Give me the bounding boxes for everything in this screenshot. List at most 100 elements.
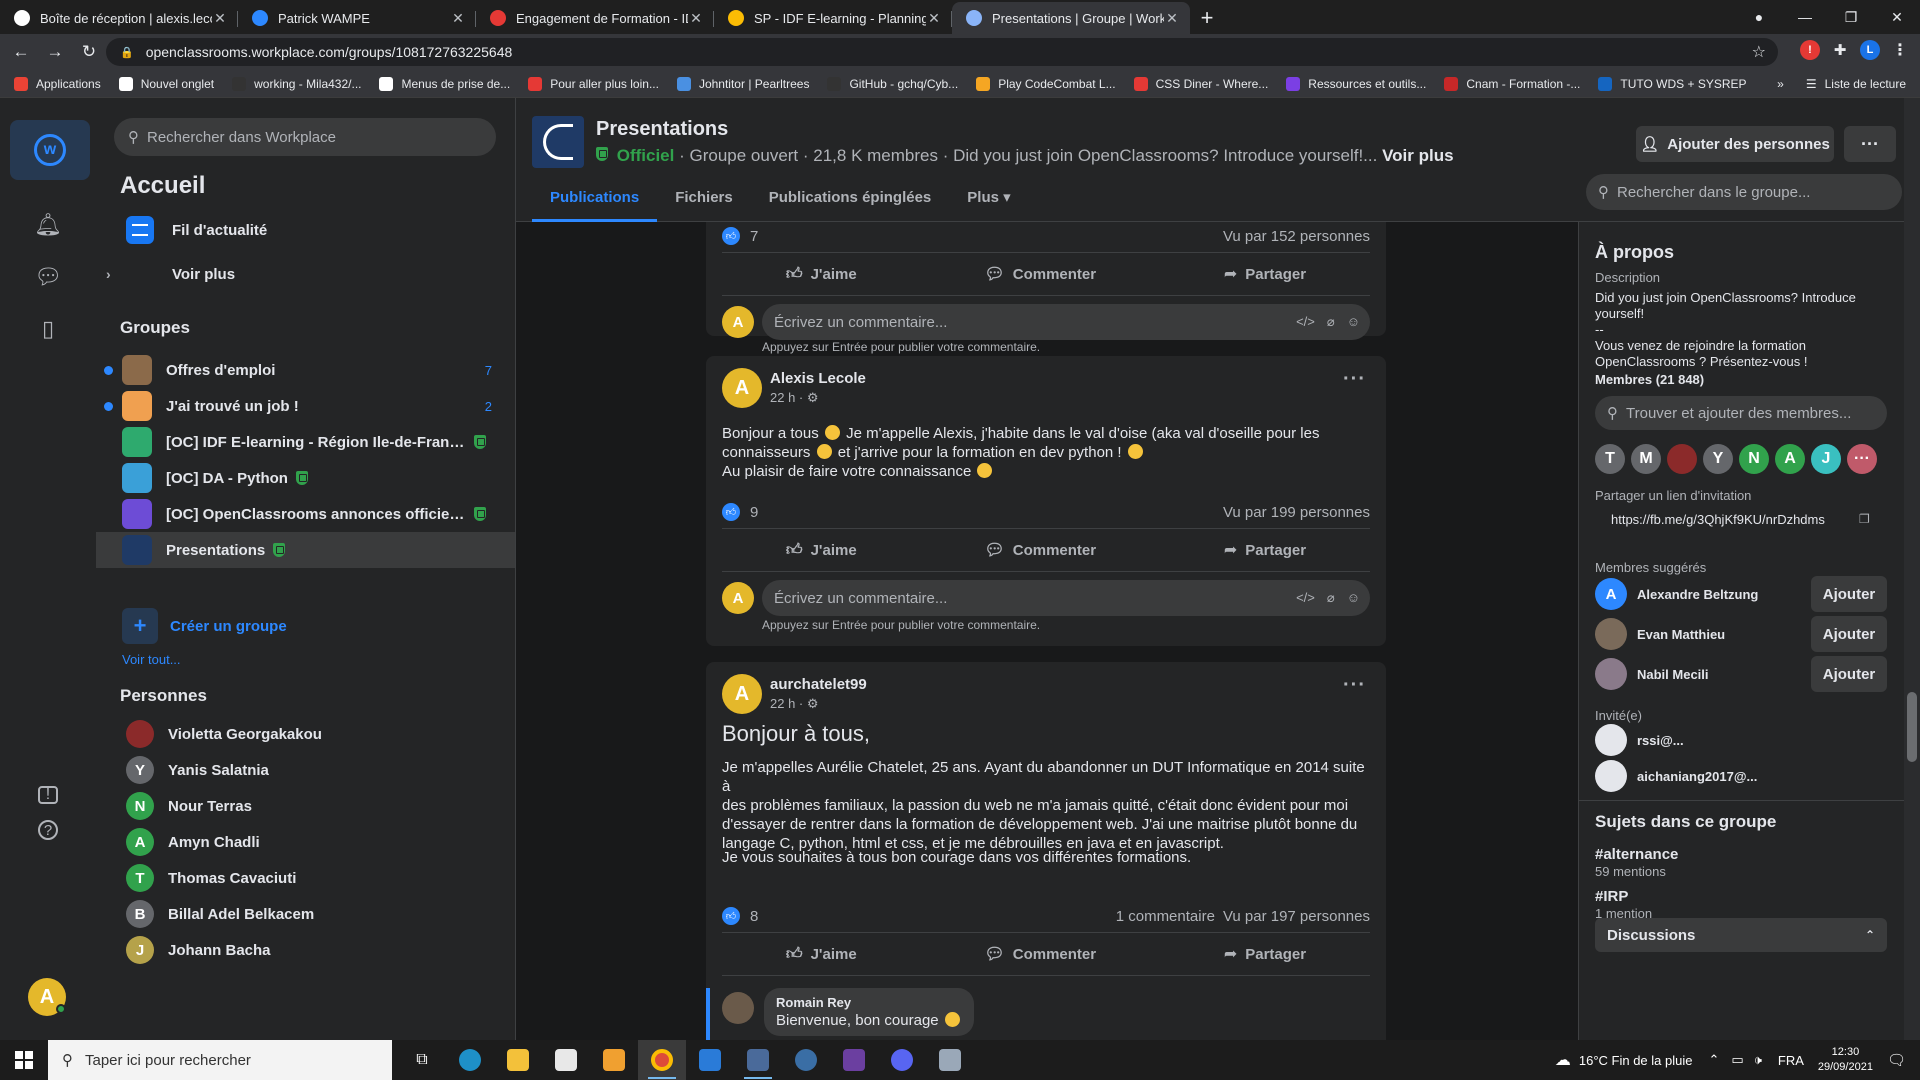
bookmark-item[interactable]: Cnam - Formation -... (1444, 76, 1580, 91)
author-avatar[interactable]: A (722, 368, 762, 408)
bookmark-item[interactable]: Menus de prise de... (379, 76, 510, 91)
network-icon[interactable]: ▭ (1731, 1052, 1743, 1068)
bookmark-item[interactable]: Play CodeCombat L... (976, 76, 1116, 91)
group-nav-item[interactable]: Presentations (96, 532, 515, 568)
comment-count[interactable]: 1 commentaire (1116, 908, 1215, 925)
browser-tab[interactable]: Presentations | Groupe | Workpla✕ (952, 2, 1190, 34)
like-button[interactable]: 👍︎ J'aime (786, 945, 857, 964)
share-button[interactable]: ➦ Partager (1224, 540, 1306, 560)
tab-close-icon[interactable]: ✕ (688, 10, 704, 27)
volume-icon[interactable]: 🕩 (1754, 1052, 1762, 1068)
person-nav-item[interactable]: B Billal Adel Belkacem (96, 896, 515, 932)
file-explorer-icon[interactable] (494, 1040, 542, 1080)
member-avatar[interactable] (1667, 444, 1697, 474)
forward-button[interactable]: → (42, 42, 68, 62)
share-button[interactable]: ➦ Partager (1224, 264, 1306, 284)
tab-more[interactable]: Plus ▾ (949, 178, 1028, 222)
reply-author-name[interactable]: Romain Rey (776, 995, 962, 1010)
chat-bubble-icon[interactable]: 💬︎ (33, 262, 63, 292)
browser-tab[interactable]: SP - IDF E-learning - Planning - D✕ (714, 2, 952, 34)
person-nav-item[interactable]: T Thomas Cavaciuti (96, 860, 515, 896)
tray-chevron-icon[interactable]: ⌃ (1708, 1052, 1719, 1068)
like-button[interactable]: 👍︎ J'aime (786, 265, 857, 284)
bookmark-item[interactable]: Pour aller plus loin... (528, 76, 659, 91)
reply-author-avatar[interactable] (722, 992, 754, 1024)
clock[interactable]: 12:30 29/09/2021 (1818, 1045, 1873, 1075)
suggested-member-name[interactable]: Evan Matthieu (1637, 627, 1725, 642)
topic-hashtag[interactable]: #alternance (1595, 846, 1678, 863)
suggested-member-name[interactable]: Alexandre Beltzung (1637, 587, 1758, 602)
like-count[interactable]: 9 (750, 504, 758, 521)
report-problem-icon[interactable]: ! (38, 786, 58, 804)
share-button[interactable]: ➦ Partager (1224, 944, 1306, 964)
group-nav-item[interactable]: J'ai trouvé un job ! 2 (96, 388, 515, 424)
tab-close-icon[interactable]: ✕ (212, 10, 228, 27)
chrome-icon[interactable] (638, 1040, 686, 1080)
calculator-icon[interactable] (734, 1040, 782, 1080)
group-nav-item[interactable]: [OC] OpenClassrooms annonces officielles (96, 496, 515, 532)
invite-link[interactable]: https://fb.me/g/3QhjKf9KU/nrDzhdms (1611, 512, 1825, 527)
comment-input[interactable]: Écrivez un commentaire... </> ⌀ ☺ (762, 304, 1370, 340)
edge-icon[interactable] (446, 1040, 494, 1080)
chrome-account-icon[interactable]: ● (1736, 9, 1782, 25)
puzzle-icon[interactable]: ✚ (1830, 40, 1850, 60)
post-timestamp[interactable]: 22 h · ⚙ (770, 390, 866, 406)
tab-close-icon[interactable]: ✕ (450, 10, 466, 27)
nav-item-newsfeed[interactable]: Fil d'actualité (96, 208, 515, 252)
members-search-input[interactable]: ⚲ Trouver et ajouter des membres... (1595, 396, 1887, 430)
copy-icon[interactable]: ❐ (1859, 512, 1870, 526)
view-count[interactable]: Vu par 197 personnes (1223, 908, 1370, 925)
new-tab-button[interactable]: + (1190, 2, 1224, 34)
see-more-link[interactable]: Voir plus (1382, 146, 1453, 165)
back-button[interactable]: ← (8, 42, 34, 62)
person-nav-item[interactable]: Violetta Georgakakou (96, 716, 515, 752)
attachment-icon[interactable]: ⌀ (1327, 314, 1335, 330)
emoji-icon[interactable]: ☺ (1347, 314, 1360, 330)
language-indicator[interactable]: FRA (1778, 1053, 1804, 1068)
code-icon[interactable]: </> (1296, 590, 1315, 606)
code-icon[interactable]: </> (1296, 314, 1315, 330)
person-nav-item[interactable]: A Amyn Chadli (96, 824, 515, 860)
reading-list-button[interactable]: ☰ Liste de lecture (1806, 77, 1906, 91)
author-avatar[interactable]: A (722, 674, 762, 714)
bookmark-item[interactable]: CSS Diner - Where... (1133, 76, 1268, 91)
like-count[interactable]: 8 (750, 908, 758, 925)
group-nav-item[interactable]: [OC] DA - Python (96, 460, 515, 496)
browser-tab[interactable]: Patrick WAMPE ✕ (238, 2, 476, 34)
see-all-groups-link[interactable]: Voir tout... (122, 652, 181, 667)
add-member-button[interactable]: Ajouter (1811, 656, 1887, 692)
tab-files[interactable]: Fichiers (657, 178, 751, 222)
browser-tab[interactable]: Boîte de réception | alexis.lecole ✕ (0, 2, 238, 34)
invited-member-email[interactable]: rssi@... (1637, 733, 1684, 748)
suggested-member-avatar[interactable] (1595, 658, 1627, 690)
media-app-icon[interactable] (590, 1040, 638, 1080)
member-avatar[interactable]: T (1595, 444, 1625, 474)
add-people-button[interactable]: 👤︎ Ajouter des personnes (1636, 126, 1834, 162)
profile-avatar[interactable]: L (1860, 40, 1880, 60)
group-nav-item[interactable]: Offres d'emploi 7 (96, 352, 515, 388)
like-count[interactable]: 7 (750, 228, 758, 245)
group-search-input[interactable]: ⚲ Rechercher dans le groupe... (1586, 174, 1902, 210)
add-member-button[interactable]: Ajouter (1811, 576, 1887, 612)
page-scrollbar[interactable] (1904, 98, 1920, 1040)
create-group-button[interactable]: + Créer un groupe (96, 604, 515, 648)
extension-icon[interactable]: ! (1800, 40, 1820, 60)
person-nav-item[interactable]: Y Yanis Salatnia (96, 752, 515, 788)
member-avatar[interactable]: M (1631, 444, 1661, 474)
group-more-button[interactable]: ··· (1844, 126, 1896, 162)
attachment-icon[interactable]: ⌀ (1327, 590, 1335, 606)
nav-item-see-more[interactable]: › Voir plus (96, 252, 515, 296)
tab-close-icon[interactable]: ✕ (1164, 10, 1180, 27)
person-nav-item[interactable]: J Johann Bacha (96, 932, 515, 968)
bookmark-item[interactable]: Johntitor | Pearltrees (676, 76, 809, 91)
members-label[interactable]: Membres (21 848) (1595, 372, 1890, 388)
discord-icon[interactable] (878, 1040, 926, 1080)
knowledge-library-icon[interactable]: ▯ (33, 314, 63, 344)
tab-publications[interactable]: Publications (532, 178, 658, 222)
bookmark-item[interactable]: Nouvel onglet (118, 76, 214, 91)
app-icon[interactable] (830, 1040, 878, 1080)
author-name[interactable]: Alexis Lecole (770, 370, 866, 387)
workplace-search-input[interactable]: ⚲ Rechercher dans Workplace (114, 118, 496, 156)
minimize-button[interactable]: — (1782, 9, 1828, 25)
member-avatar[interactable]: Y (1703, 444, 1733, 474)
